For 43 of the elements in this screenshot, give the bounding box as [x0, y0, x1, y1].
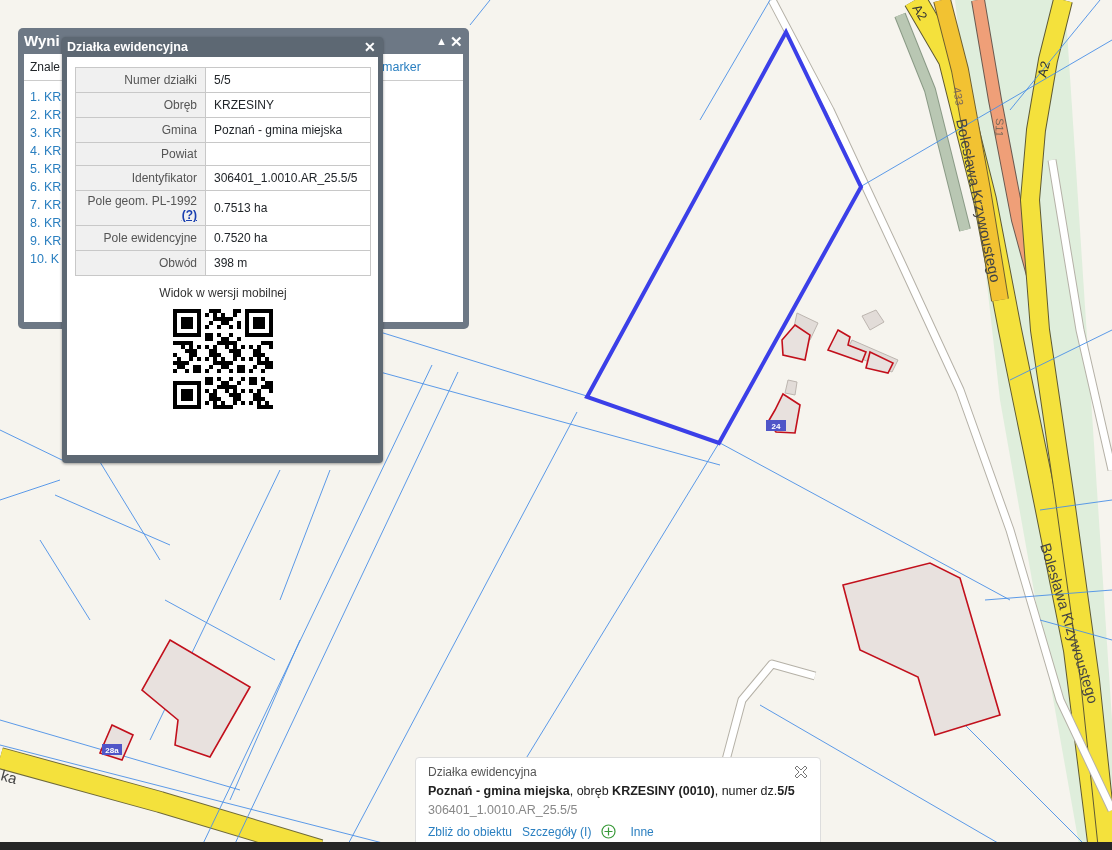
road-number-label: 433: [951, 86, 967, 107]
popup-title: Działka ewidencyjna: [67, 38, 188, 56]
road-number-label: S11: [993, 117, 1006, 138]
building: [781, 323, 811, 361]
close-icon[interactable]: [794, 765, 808, 779]
help-link[interactable]: (?): [181, 208, 197, 222]
field-label: Numer działki: [75, 67, 206, 93]
close-button[interactable]: ✕: [364, 40, 376, 54]
action-link[interactable]: Zbliż do obiektu: [428, 822, 513, 841]
marker-link[interactable]: marker: [382, 58, 421, 76]
field-label: Obwód: [75, 250, 206, 276]
mobile-view-caption: Widok w wersji mobilnej: [158, 285, 288, 302]
field-value: 398 m: [205, 250, 371, 276]
street-label: ka: [0, 766, 19, 787]
action-link[interactable]: Inne: [630, 822, 654, 841]
field-value: 0.7520 ha: [205, 225, 371, 251]
field-value: Poznań - gmina miejska: [205, 117, 371, 143]
field-value: 0.7513 ha: [205, 190, 371, 226]
field-value: 306401_1.0010.AR_25.5/5: [205, 165, 371, 191]
collapse-button[interactable]: ▲: [436, 35, 447, 47]
selected-parcel-outline[interactable]: [584, 27, 864, 446]
field-label: Obręb: [75, 92, 206, 118]
info-title: Działka ewidencyjna: [428, 764, 537, 781]
field-value: KRZESINY: [205, 92, 371, 118]
field-label: Identyfikator: [75, 165, 206, 191]
field-label: Pole ewidencyjne: [75, 225, 206, 251]
parcel-popup[interactable]: [62, 37, 383, 463]
field-value: 5/5: [205, 67, 371, 93]
window-title: Wyni: [24, 30, 60, 51]
results-count-text: Znale: [30, 59, 61, 76]
field-label: Pole geom. PL-1992 (?): [75, 190, 206, 226]
action-link[interactable]: Szczegóły (I): [522, 822, 592, 841]
close-button[interactable]: ✕: [450, 33, 463, 49]
road-label: A2: [909, 1, 931, 24]
parcel-summary: Poznań - gmina miejska, obręb KRZESINY (0010), numer dz.5/5: [428, 783, 796, 800]
parcel-identifier: 306401_1.0010.AR_25.5/5: [428, 801, 579, 819]
road-label: A2: [1034, 59, 1053, 79]
add-icon[interactable]: [601, 824, 617, 839]
field-label: Gmina: [75, 117, 206, 143]
field-label: Powiat: [75, 142, 206, 166]
info-box[interactable]: Działka ewidencyjna Poznań - gmina miejska, obręb KRZESINY (0010), numer dz.5/5 306401_1.0010.AR_25.5/5 Zbliż do obiektu Szczegóły (I) Inne: [415, 757, 821, 843]
house-number-tag: 28a: [102, 744, 122, 755]
house-number-tag: 24: [766, 420, 786, 431]
